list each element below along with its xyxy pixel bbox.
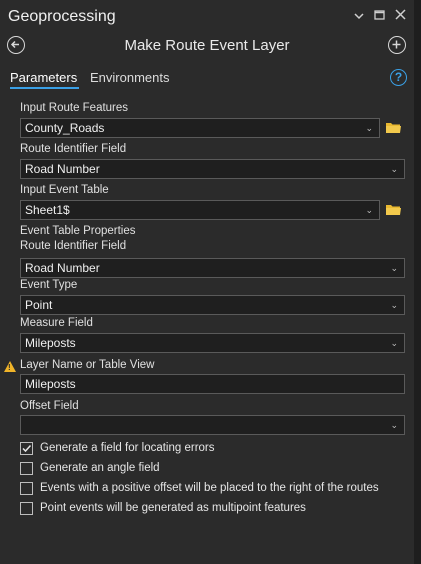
- folder-icon[interactable]: [385, 121, 402, 133]
- multipoint-features-option[interactable]: Point events will be generated as multip…: [20, 500, 306, 516]
- multipoint-features-label: Point events will be generated as multip…: [40, 502, 306, 514]
- measure-field-value: Mileposts: [25, 336, 76, 350]
- positive-offset-right-label: Events with a positive offset will be pl…: [40, 482, 379, 494]
- tab-environments[interactable]: Environments: [90, 70, 169, 85]
- route-identifier-field-dropdown[interactable]: Road Number ⌄: [20, 159, 405, 179]
- route-identifier-field-label: Route Identifier Field: [20, 143, 127, 155]
- chevron-down-icon: ⌄: [390, 300, 398, 310]
- generate-error-field-option[interactable]: Generate a field for locating errors: [20, 440, 215, 456]
- event-route-identifier-field-dropdown[interactable]: Road Number ⌄: [20, 258, 405, 278]
- measure-field-label: Measure Field: [20, 317, 93, 329]
- chevron-down-icon: ⌄: [390, 420, 398, 430]
- event-route-identifier-field-value: Road Number: [25, 261, 100, 275]
- chevron-down-icon: ⌄: [390, 263, 398, 273]
- multipoint-features-checkbox[interactable]: [20, 501, 33, 515]
- pane-titlebar: Geoprocessing: [0, 0, 414, 32]
- route-identifier-field-value: Road Number: [25, 162, 100, 176]
- generate-angle-field-option[interactable]: Generate an angle field: [20, 460, 160, 476]
- event-type-label: Event Type: [20, 279, 78, 291]
- pane-edge: [414, 0, 421, 564]
- tool-header: Make Route Event Layer: [0, 32, 414, 60]
- maximize-icon[interactable]: [374, 9, 385, 23]
- pane-title: Geoprocessing: [8, 8, 116, 25]
- window-controls: [354, 9, 406, 23]
- input-route-features-label: Input Route Features: [20, 102, 129, 114]
- help-icon[interactable]: ?: [390, 69, 407, 86]
- positive-offset-right-checkbox[interactable]: [20, 481, 33, 495]
- tab-parameters[interactable]: Parameters: [10, 70, 77, 85]
- input-route-features-dropdown[interactable]: County_Roads ⌄: [20, 118, 380, 138]
- input-event-table-dropdown[interactable]: Sheet1$ ⌄: [20, 200, 380, 220]
- layer-name-value: Mileposts: [25, 377, 76, 391]
- layer-name-label: Layer Name or Table View: [20, 359, 155, 371]
- layer-name-input[interactable]: Mileposts: [20, 374, 405, 394]
- chevron-down-icon: ⌄: [365, 123, 373, 133]
- generate-angle-field-label: Generate an angle field: [40, 462, 160, 474]
- offset-field-dropdown[interactable]: ⌄: [20, 415, 405, 435]
- event-type-value: Point: [25, 298, 53, 312]
- input-event-table-value: Sheet1$: [25, 203, 70, 217]
- measure-field-dropdown[interactable]: Mileposts ⌄: [20, 333, 405, 353]
- active-tab-indicator: [10, 87, 79, 89]
- event-route-identifier-field-label: Route Identifier Field: [20, 240, 127, 252]
- chevron-down-icon: ⌄: [390, 164, 398, 174]
- chevron-down-icon[interactable]: [354, 9, 364, 23]
- generate-error-field-checkbox[interactable]: [20, 441, 33, 455]
- chevron-down-icon: ⌄: [365, 205, 373, 215]
- input-event-table-label: Input Event Table: [20, 184, 109, 196]
- event-table-properties-heading: Event Table Properties: [20, 225, 136, 237]
- input-route-features-value: County_Roads: [25, 121, 105, 135]
- offset-field-label: Offset Field: [20, 400, 79, 412]
- close-icon[interactable]: [395, 9, 406, 23]
- generate-angle-field-checkbox[interactable]: [20, 461, 33, 475]
- folder-icon[interactable]: [385, 203, 402, 215]
- tool-title: Make Route Event Layer: [124, 37, 290, 54]
- positive-offset-right-option[interactable]: Events with a positive offset will be pl…: [20, 480, 379, 496]
- warning-icon-mark: !: [8, 363, 11, 372]
- tab-bar: Parameters Environments: [0, 66, 414, 92]
- event-type-dropdown[interactable]: Point ⌄: [20, 295, 405, 315]
- add-icon[interactable]: [388, 36, 406, 54]
- chevron-down-icon: ⌄: [390, 338, 398, 348]
- generate-error-field-label: Generate a field for locating errors: [40, 442, 215, 454]
